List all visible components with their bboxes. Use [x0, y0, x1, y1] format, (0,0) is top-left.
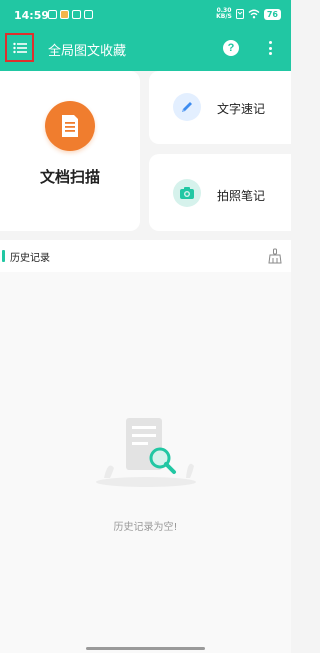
list-menu-icon	[12, 42, 27, 53]
status-time: 14:59	[14, 9, 50, 22]
status-notification-icons	[48, 10, 93, 19]
camera-icon	[173, 179, 201, 207]
more-dot	[268, 41, 272, 44]
nfc-icon	[235, 9, 244, 19]
text-note-card[interactable]: 文字速记	[149, 71, 291, 144]
clear-history-button[interactable]	[268, 248, 282, 264]
photo-note-label: 拍照笔记	[217, 189, 266, 203]
more-dot	[268, 52, 272, 55]
help-button[interactable]: ?	[223, 40, 239, 56]
document-scan-label: 文档扫描	[39, 168, 100, 186]
feature-cards: 文档扫描 文字速记 拍照笔记	[0, 71, 291, 236]
text-note-label: 文字速记	[217, 102, 266, 116]
app-header: 14:59 0.30 KB/S 76 全局图文收藏 ?	[0, 0, 291, 71]
network-speed-unit: KB/S	[216, 13, 232, 20]
photo-note-card[interactable]: 拍照笔记	[149, 154, 291, 231]
network-speed: 0.30 KB/S	[216, 8, 232, 20]
more-options-button[interactable]	[266, 39, 274, 57]
notification-app-icon	[84, 10, 93, 19]
empty-history-text: 历史记录为空!	[113, 522, 178, 533]
menu-button[interactable]	[5, 33, 34, 62]
status-indicators: 0.30 KB/S 76	[216, 8, 281, 20]
notification-app-icon	[48, 10, 57, 19]
pencil-icon	[173, 93, 201, 121]
history-title: 历史记录	[10, 253, 50, 264]
status-bar: 14:59 0.30 KB/S 76	[0, 0, 291, 28]
history-header: 历史记录	[0, 240, 291, 272]
history-panel: 历史记录 历史记录为空!	[0, 240, 291, 653]
broom-icon	[268, 248, 282, 264]
help-icon: ?	[227, 42, 235, 54]
home-indicator[interactable]	[86, 647, 205, 650]
wifi-icon	[248, 9, 260, 19]
document-scan-card[interactable]: 文档扫描	[0, 71, 140, 231]
page-title: 全局图文收藏	[48, 44, 127, 59]
battery-indicator: 76	[263, 8, 281, 20]
document-icon	[45, 101, 95, 151]
notification-app-icon	[72, 10, 81, 19]
section-accent-bar	[2, 250, 5, 262]
more-dot	[268, 46, 272, 50]
empty-history-illustration	[90, 410, 202, 490]
notification-app-icon	[60, 10, 69, 19]
